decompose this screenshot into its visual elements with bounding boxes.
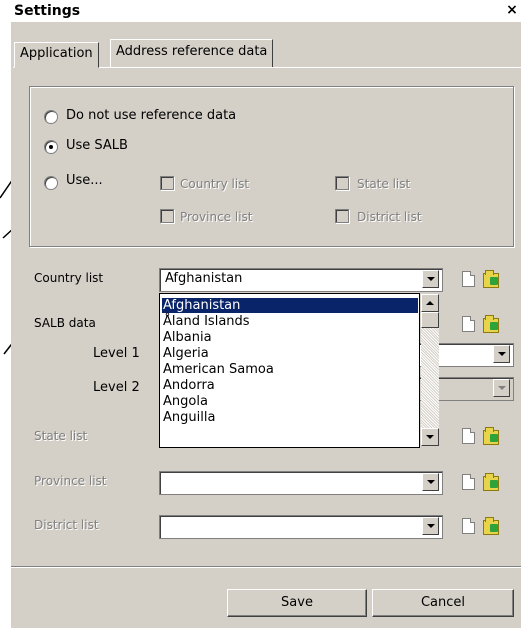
level2-label: Level 2: [93, 380, 140, 395]
new-document-icon[interactable]: [462, 271, 475, 287]
list-item[interactable]: Anguilla: [162, 410, 418, 425]
state-list-label: State list: [34, 429, 88, 443]
list-item[interactable]: Algeria: [162, 346, 418, 361]
checkbox-label: State list: [357, 177, 411, 191]
checkbox-label: Country list: [180, 177, 250, 191]
chevron-up-icon[interactable]: [421, 294, 439, 312]
salb-data-label: SALB data: [34, 316, 96, 330]
new-document-icon[interactable]: [462, 316, 475, 332]
checkbox-province-list[interactable]: [160, 209, 174, 223]
country-list-combo[interactable]: Afghanistan: [159, 268, 443, 292]
province-list-label: Province list: [34, 474, 107, 488]
chevron-down-icon[interactable]: [422, 517, 439, 535]
chevron-down-icon[interactable]: [493, 379, 510, 397]
window-title: Settings: [14, 3, 81, 19]
list-item[interactable]: American Samoa: [162, 362, 418, 377]
province-list-combo[interactable]: [159, 471, 443, 495]
list-item[interactable]: Angola: [162, 394, 418, 409]
checkbox-label: District list: [357, 210, 422, 224]
chevron-down-icon[interactable]: [421, 428, 439, 446]
district-list-combo[interactable]: [159, 515, 443, 539]
list-item[interactable]: Albania: [162, 330, 418, 345]
scrollbar-thumb[interactable]: [421, 312, 439, 328]
close-icon[interactable]: ×: [503, 2, 521, 19]
radio-label: Do not use reference data: [66, 108, 237, 123]
country-dropdown-list[interactable]: Afghanistan Åland Islands Albania Algeri…: [159, 293, 420, 448]
button-label: Save: [281, 595, 313, 610]
country-list-label: Country list: [34, 271, 104, 285]
tab-application[interactable]: Application: [14, 42, 99, 68]
new-document-icon[interactable]: [462, 474, 475, 490]
combo-value: Afghanistan: [165, 271, 243, 286]
list-item[interactable]: Afghanistan: [162, 298, 418, 313]
tab-address-reference-data[interactable]: Address reference data: [110, 39, 274, 67]
radio-selected-dot: [49, 145, 53, 149]
list-item[interactable]: Åland Islands: [162, 314, 418, 329]
radio-label: Use...: [66, 173, 103, 188]
title-bar: [11, 0, 521, 22]
open-folder-icon[interactable]: [483, 427, 499, 445]
button-label: Cancel: [420, 595, 466, 610]
radio-use-salb[interactable]: [44, 140, 58, 154]
checkbox-district-list[interactable]: [335, 209, 349, 223]
list-item[interactable]: Andorra: [162, 378, 418, 393]
checkbox-state-list[interactable]: [335, 176, 349, 190]
radio-do-not-use[interactable]: [44, 110, 58, 124]
chevron-down-icon[interactable]: [422, 270, 439, 288]
save-button[interactable]: Save: [227, 589, 367, 617]
bottom-divider-highlight: [11, 567, 521, 568]
chevron-down-icon[interactable]: [493, 345, 510, 363]
tab-label: Address reference data: [116, 44, 268, 59]
new-document-icon[interactable]: [462, 518, 475, 534]
open-folder-icon[interactable]: [483, 473, 499, 491]
new-document-icon[interactable]: [462, 428, 475, 444]
tab-label: Application: [20, 46, 93, 61]
open-folder-icon[interactable]: [483, 315, 499, 333]
cancel-button[interactable]: Cancel: [372, 589, 514, 617]
open-folder-icon[interactable]: [483, 517, 499, 535]
district-list-label: District list: [34, 518, 99, 532]
open-folder-icon[interactable]: [483, 270, 499, 288]
radio-use-custom[interactable]: [44, 176, 58, 190]
level1-label: Level 1: [93, 346, 140, 361]
radio-label: Use SALB: [66, 138, 128, 153]
checkbox-country-list[interactable]: [160, 176, 174, 190]
chevron-down-icon[interactable]: [422, 473, 439, 491]
checkbox-label: Province list: [180, 210, 253, 224]
